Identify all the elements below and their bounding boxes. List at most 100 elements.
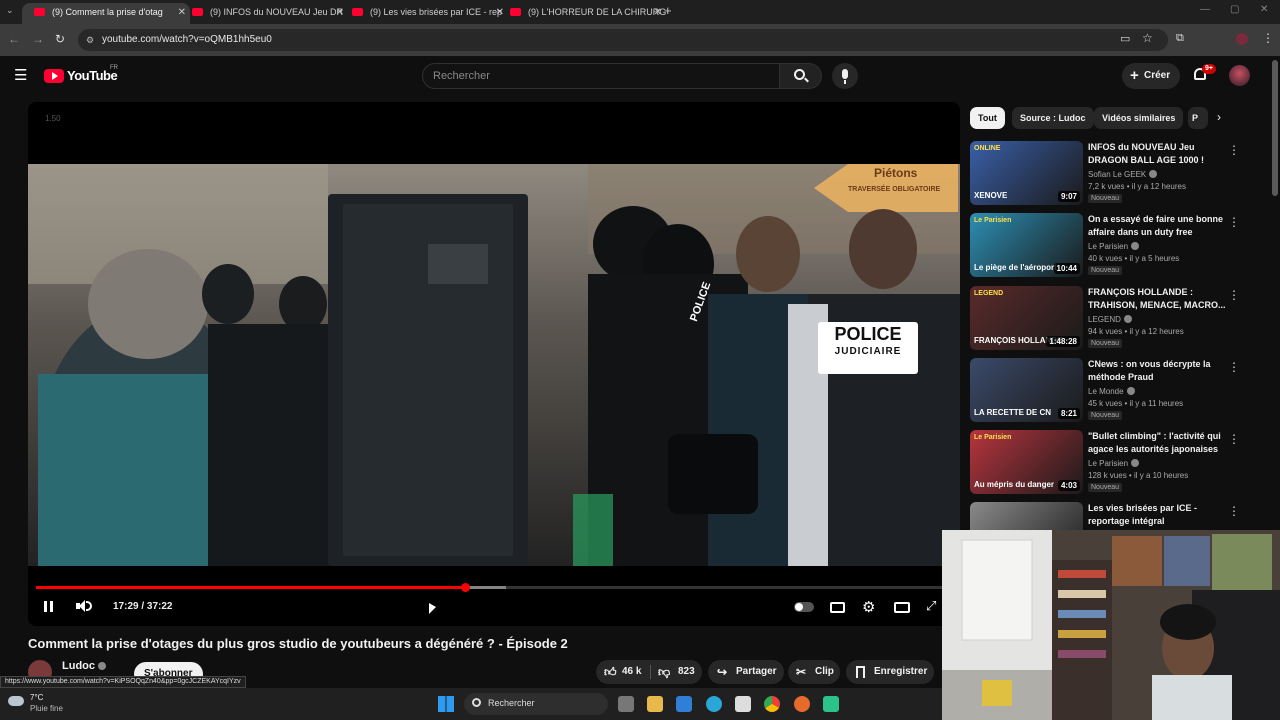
chrome-icon[interactable] bbox=[764, 696, 780, 712]
voice-search-button[interactable] bbox=[832, 63, 858, 89]
maximize-icon[interactable]: ▢ bbox=[1230, 4, 1239, 15]
video-player[interactable]: 1.50 Piétons TRAVERSÉE OBLIGATOIRE POLIC… bbox=[28, 102, 960, 626]
video-thumbnail[interactable]: XENOVE ONLINE 9:07 bbox=[970, 141, 1083, 205]
like-button[interactable]: 👍︎ 46 k bbox=[596, 660, 648, 684]
close-tab-icon[interactable]: ✕ bbox=[654, 3, 662, 22]
more-options-icon[interactable]: ⋮ bbox=[1228, 215, 1240, 229]
reload-icon[interactable]: ↻ bbox=[55, 32, 65, 46]
video-title[interactable]: On a essayé de faire une bonne affaire d… bbox=[1088, 213, 1226, 239]
tab-list-icon[interactable]: ⌄ bbox=[6, 5, 14, 16]
fullscreen-icon[interactable]: ⤢ bbox=[926, 598, 936, 616]
video-title[interactable]: FRANÇOIS HOLLANDE : TRAHISON, MENACE, MA… bbox=[1088, 286, 1226, 312]
verified-badge-icon bbox=[1126, 387, 1135, 395]
firefox-icon[interactable] bbox=[794, 696, 810, 712]
progress-bar[interactable] bbox=[36, 583, 952, 592]
channel-name[interactable]: Ludoc bbox=[62, 660, 106, 672]
more-options-icon[interactable]: ⋮ bbox=[1228, 432, 1240, 446]
file-explorer-icon[interactable] bbox=[647, 696, 663, 712]
chip-similar[interactable]: Vidéos similaires bbox=[1094, 107, 1184, 129]
back-icon[interactable]: ← bbox=[8, 32, 20, 46]
save-button[interactable]: Enregistrer bbox=[846, 660, 934, 684]
webcam-scene-drawing bbox=[942, 530, 1280, 720]
browser-menu-icon[interactable]: ⋮ bbox=[1262, 31, 1274, 45]
weather-temp[interactable]: 7°C bbox=[30, 693, 43, 702]
channel-name[interactable]: Sofian Le GEEK bbox=[1088, 170, 1158, 179]
site-info-icon[interactable]: ⚙ bbox=[86, 29, 94, 51]
channel-name[interactable]: Le Parisien bbox=[1088, 459, 1140, 468]
address-bar[interactable]: ⚙ youtube.com/watch?v=oQMB1hh5eu0 bbox=[78, 29, 1168, 51]
video-title[interactable]: Les vies brisées par ICE - reportage int… bbox=[1088, 502, 1226, 528]
recommended-video[interactable]: Au mépris du danger Le Parisien 4:03 "Bu… bbox=[970, 430, 1250, 498]
verified-badge-icon bbox=[1131, 242, 1140, 250]
chip-all[interactable]: Tout bbox=[970, 107, 1005, 129]
video-thumbnail[interactable]: Au mépris du danger Le Parisien 4:03 bbox=[970, 430, 1083, 494]
video-frame[interactable]: Piétons TRAVERSÉE OBLIGATOIRE POLICE JUD… bbox=[28, 164, 960, 566]
page-scrollbar[interactable] bbox=[1272, 60, 1278, 196]
search-button[interactable] bbox=[780, 63, 822, 89]
cast-icon[interactable]: ▭ bbox=[1120, 32, 1130, 45]
tab-ice[interactable]: (9) Les vies brisées par ICE - rep ✕ bbox=[340, 3, 508, 24]
new-tab-button[interactable]: + bbox=[664, 3, 672, 18]
scissors-icon: ✂ bbox=[796, 665, 807, 679]
account-avatar[interactable] bbox=[1229, 65, 1250, 86]
share-arrow-icon: ↪ bbox=[717, 665, 728, 679]
taskbar-search[interactable]: Rechercher bbox=[464, 693, 608, 715]
tab-dragonball[interactable]: (9) INFOS du NOUVEAU Jeu DR ✕ bbox=[180, 3, 348, 24]
extensions-icon[interactable]: ⧉ bbox=[1176, 32, 1184, 45]
search-input[interactable]: Rechercher bbox=[422, 63, 780, 89]
chip-source[interactable]: Source : Ludoc bbox=[1012, 107, 1094, 129]
video-duration: 8:21 bbox=[1057, 408, 1080, 419]
pause-button[interactable] bbox=[42, 598, 56, 616]
app-green-icon[interactable] bbox=[823, 696, 839, 712]
channel-name[interactable]: LEGEND bbox=[1088, 315, 1132, 324]
autoplay-toggle[interactable] bbox=[794, 602, 814, 612]
hamburger-menu-icon[interactable]: ☰ bbox=[14, 66, 27, 84]
microsoft-store-icon[interactable] bbox=[735, 696, 751, 712]
scrubber-handle[interactable] bbox=[460, 583, 470, 592]
minimize-icon[interactable]: — bbox=[1200, 4, 1210, 15]
close-window-icon[interactable]: ✕ bbox=[1260, 4, 1268, 15]
microphone-stand-icon bbox=[844, 80, 846, 84]
video-title[interactable]: INFOS du NOUVEAU Jeu DRAGON BALL AGE 100… bbox=[1088, 141, 1226, 167]
notifications-button[interactable]: 9+ bbox=[1192, 64, 1216, 85]
settings-gear-icon[interactable]: ⚙ bbox=[862, 598, 875, 616]
more-options-icon[interactable]: ⋮ bbox=[1228, 143, 1240, 157]
chip-more[interactable]: P bbox=[1188, 107, 1208, 129]
share-button[interactable]: ↪ Partager bbox=[708, 660, 784, 684]
more-options-icon[interactable]: ⋮ bbox=[1228, 288, 1240, 302]
start-windows-icon[interactable] bbox=[438, 696, 454, 712]
task-view-icon[interactable] bbox=[618, 696, 634, 712]
edge-icon[interactable] bbox=[706, 696, 722, 712]
video-title[interactable]: "Bullet climbing" : l'activité qui agace… bbox=[1088, 430, 1226, 456]
recommended-video[interactable]: Le piège de l'aéroport Le Parisien 10:44… bbox=[970, 213, 1250, 281]
channel-name[interactable]: Le Parisien bbox=[1088, 242, 1140, 251]
more-options-icon[interactable]: ⋮ bbox=[1228, 360, 1240, 374]
dislike-button[interactable]: 👎︎ 823 bbox=[652, 660, 702, 684]
tab-chirurgie[interactable]: (9) L'HORREUR DE LA CHIRURG ✕ bbox=[498, 3, 666, 24]
chips-next-icon[interactable]: › bbox=[1217, 110, 1221, 124]
profile-avatar-icon[interactable] bbox=[1236, 33, 1248, 45]
clip-button[interactable]: ✂ Clip bbox=[788, 660, 840, 684]
thumbnail-caption: Le piège de l'aéroport bbox=[974, 263, 1057, 272]
forward-icon[interactable]: → bbox=[32, 32, 44, 46]
weather-desc[interactable]: Pluie fine bbox=[30, 704, 63, 713]
plus-icon: + bbox=[1130, 67, 1139, 84]
more-options-icon[interactable]: ⋮ bbox=[1228, 504, 1240, 518]
bookmark-star-icon[interactable]: ☆ bbox=[1142, 31, 1153, 45]
tab-current[interactable]: (9) Comment la prise d'otag ✕ bbox=[22, 3, 190, 24]
channel-name-text: LEGEND bbox=[1088, 315, 1121, 324]
video-thumbnail[interactable]: LA RECETTE DE CN 8:21 bbox=[970, 358, 1083, 422]
create-button[interactable]: + Créer bbox=[1122, 63, 1180, 89]
store-icon[interactable] bbox=[676, 696, 692, 712]
video-title[interactable]: CNews : on vous décrypte la méthode Prau… bbox=[1088, 358, 1226, 384]
video-thumbnail[interactable]: FRANÇOIS HOLLANDE LEGEND 1:48:28 bbox=[970, 286, 1083, 350]
recommended-video[interactable]: FRANÇOIS HOLLANDE LEGEND 1:48:28 FRANÇOI… bbox=[970, 286, 1250, 354]
recommended-video[interactable]: XENOVE ONLINE 9:07 INFOS du NOUVEAU Jeu … bbox=[970, 141, 1250, 209]
weather-icon[interactable] bbox=[8, 696, 24, 706]
theater-mode-icon[interactable] bbox=[894, 602, 910, 613]
channel-name[interactable]: Le Monde bbox=[1088, 387, 1135, 396]
video-thumbnail[interactable]: Le piège de l'aéroport Le Parisien 10:44 bbox=[970, 213, 1083, 277]
subtitles-icon[interactable] bbox=[830, 602, 845, 613]
volume-button[interactable] bbox=[76, 598, 94, 616]
recommended-video[interactable]: LA RECETTE DE CN 8:21 CNews : on vous dé… bbox=[970, 358, 1250, 426]
